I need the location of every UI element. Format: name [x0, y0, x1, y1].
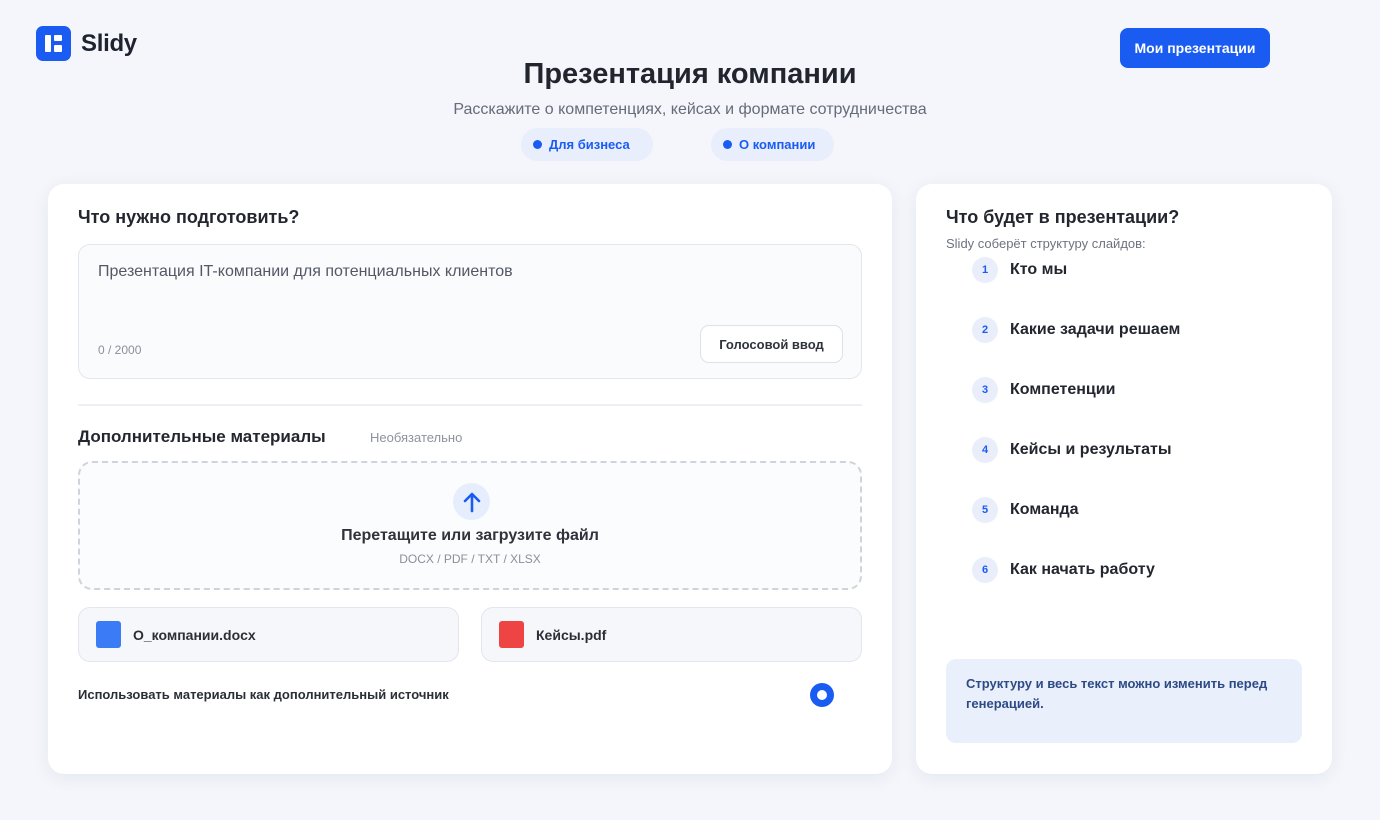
step-label: Какие задачи решаем	[1010, 321, 1181, 338]
outline-card: Что будет в презентации? Slidy соберёт с…	[916, 184, 1332, 774]
use-as-source-radio[interactable]	[810, 683, 834, 707]
logo[interactable]: Slidy	[36, 26, 137, 61]
prompt-card: Что нужно подготовить? Презентация IT-ко…	[48, 184, 892, 774]
step-label: Команда	[1010, 501, 1079, 518]
step-number: 3	[972, 377, 998, 403]
outline-item: 6 Как начать работу	[972, 557, 1155, 583]
chip-for-business[interactable]: Для бизнеса	[521, 128, 653, 161]
upload-arrow-icon[interactable]	[453, 483, 490, 520]
dropzone-title: Перетащите или загрузите файл	[341, 527, 599, 544]
outline-item: 5 Команда	[972, 497, 1079, 523]
step-label: Кто мы	[1010, 261, 1068, 278]
outline-title: Что будет в презентации?	[946, 207, 1180, 227]
dropzone-formats: DOCX / PDF / TXT / XLSX	[399, 552, 541, 566]
step-number: 1	[972, 257, 998, 283]
docx-file-icon	[96, 621, 121, 648]
edit-note: Структуру и весь текст можно изменить пе…	[946, 659, 1302, 743]
prompt-textarea[interactable]: Презентация IT-компании для потенциальны…	[78, 244, 862, 379]
divider	[78, 404, 862, 406]
attached-file[interactable]: О_компании.docx	[78, 607, 459, 662]
optional-label: Необязательно	[370, 430, 463, 445]
step-number: 6	[972, 557, 998, 583]
logo-text: Slidy	[81, 29, 137, 57]
use-as-source-label: Использовать материалы как дополнительны…	[78, 687, 449, 702]
materials-title: Дополнительные материалы	[78, 427, 326, 446]
voice-input-button[interactable]: Голосовой ввод	[700, 325, 843, 363]
section-title: Что нужно подготовить?	[78, 207, 300, 227]
prompt-text[interactable]: Презентация IT-компании для потенциальны…	[98, 263, 513, 281]
step-number: 4	[972, 437, 998, 463]
outline-item: 1 Кто мы	[972, 257, 1067, 283]
step-label: Как начать работу	[1010, 561, 1155, 578]
file-name: Кейсы.pdf	[536, 626, 607, 643]
outline-item: 3 Компетенции	[972, 377, 1115, 403]
dot-icon	[723, 140, 732, 149]
pdf-file-icon	[499, 621, 524, 648]
outline-item: 4 Кейсы и результаты	[972, 437, 1172, 463]
page-subtitle: Расскажите о компетенциях, кейсах и форм…	[453, 101, 927, 118]
attached-file[interactable]: Кейсы.pdf	[481, 607, 862, 662]
page-title: Презентация компании	[523, 58, 857, 90]
chip-label: Для бизнеса	[549, 137, 630, 152]
radio-dot	[817, 690, 827, 700]
step-number: 5	[972, 497, 998, 523]
chip-about-company[interactable]: О компании	[711, 128, 834, 161]
char-counter: 0 / 2000	[98, 343, 142, 357]
outline-item: 2 Какие задачи решаем	[972, 317, 1180, 343]
outline-subtitle: Slidy соберёт структуру слайдов:	[946, 236, 1146, 251]
step-label: Кейсы и результаты	[1010, 441, 1172, 458]
file-name: О_компании.docx	[133, 626, 256, 643]
step-number: 2	[972, 317, 998, 343]
file-dropzone[interactable]: Перетащите или загрузите файл DOCX / PDF…	[78, 461, 862, 590]
step-label: Компетенции	[1010, 381, 1116, 398]
chip-label: О компании	[739, 137, 816, 152]
dot-icon	[533, 140, 542, 149]
slidy-logo-icon	[36, 26, 71, 61]
